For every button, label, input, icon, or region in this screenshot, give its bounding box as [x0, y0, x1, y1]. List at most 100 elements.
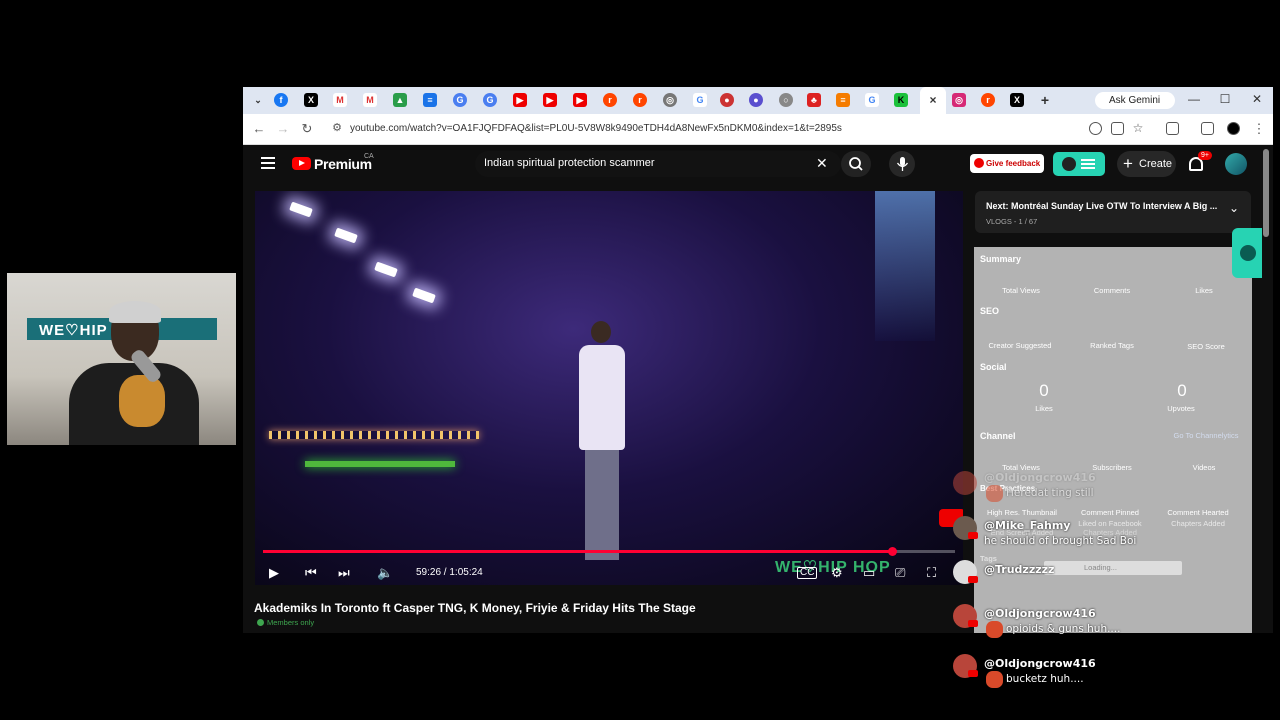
- tab-translate-icon[interactable]: G: [483, 93, 497, 107]
- chat-text: Heredat ting still: [984, 485, 1096, 502]
- back-icon[interactable]: ←: [251, 121, 267, 136]
- tab-gmail-icon[interactable]: M: [333, 93, 347, 107]
- social-likes-label: Likes: [1035, 404, 1053, 413]
- close-window-icon[interactable]: ✕: [1248, 92, 1266, 106]
- bookmark-star-icon[interactable]: ☆: [1130, 121, 1146, 135]
- more-menu-icon[interactable]: ⋮: [1251, 121, 1267, 137]
- seo-ranked-tags: Ranked Tags: [1090, 341, 1134, 350]
- minimize-icon[interactable]: —: [1185, 92, 1203, 106]
- emoji-icon: [986, 621, 1003, 638]
- tab-reddit-icon[interactable]: r: [603, 93, 617, 107]
- tab-x-icon[interactable]: X: [1010, 93, 1024, 107]
- tab-instagram-icon[interactable]: ◎: [952, 93, 966, 107]
- new-tab-icon[interactable]: +: [1038, 93, 1052, 107]
- tab-drive-icon[interactable]: ▲: [393, 93, 407, 107]
- video-player[interactable]: WE♡HIP HOP ▶ ⏮ ⏭ 🔈 59:26 / 1:05:24 CC ⚙ …: [255, 191, 963, 585]
- fullscreen-icon[interactable]: ⛶: [927, 565, 936, 581]
- tab-maple-icon[interactable]: ♣: [807, 93, 821, 107]
- playlist-next-card[interactable]: Next: Montréal Sunday Live OTW To Interv…: [975, 191, 1251, 233]
- search-button[interactable]: [841, 151, 871, 177]
- tab-app-icon[interactable]: ≡: [836, 93, 850, 107]
- summary-likes: Likes: [1195, 286, 1213, 295]
- chat-text: opioids & guns huh....: [984, 621, 1120, 638]
- tab-globe-icon[interactable]: ◎: [663, 93, 677, 107]
- vidiq-summary-heading: Summary: [980, 254, 1022, 264]
- vidiq-floating-button[interactable]: [1232, 228, 1262, 278]
- tab-youtube-icon[interactable]: ▶: [573, 93, 587, 107]
- site-info-icon[interactable]: ⚙: [329, 121, 345, 134]
- tab-youtube-icon[interactable]: ▶: [513, 93, 527, 107]
- theater-mode-icon[interactable]: ▭: [863, 565, 875, 581]
- scrubber-handle[interactable]: [888, 547, 898, 556]
- create-button[interactable]: Create: [1117, 151, 1176, 177]
- performer-head: [591, 321, 611, 343]
- emoji-icon: [986, 485, 1003, 502]
- ask-gemini-button[interactable]: Ask Gemini: [1095, 92, 1175, 109]
- extensions-icon[interactable]: [1166, 122, 1179, 135]
- captions-icon[interactable]: CC: [797, 567, 818, 579]
- settings-gear-icon[interactable]: ⚙: [831, 565, 843, 581]
- search-input[interactable]: Indian spiritual protection scammer: [484, 157, 655, 169]
- members-only-badge: Members only: [257, 618, 314, 627]
- play-icon[interactable]: ▶: [269, 565, 279, 581]
- chat-avatar: [953, 471, 977, 495]
- account-avatar[interactable]: [1225, 153, 1247, 175]
- stage-light: [334, 227, 358, 244]
- vidiq-icon: [1062, 157, 1095, 171]
- tab-app-icon[interactable]: ○: [779, 93, 793, 107]
- chat-text: bucketz huh....: [984, 671, 1096, 688]
- tab-google-icon[interactable]: G: [865, 93, 879, 107]
- youtube-header: Premium CA Indian spiritual protection s…: [243, 145, 1273, 185]
- reload-icon[interactable]: ↻: [299, 121, 315, 137]
- url-field[interactable]: youtube.com/watch?v=OA1FJQFDFAQ&list=PL0…: [350, 123, 842, 134]
- media-icon[interactable]: [1201, 122, 1214, 135]
- search-box[interactable]: Indian spiritual protection scammer: [475, 151, 841, 177]
- maximize-icon[interactable]: ☐: [1216, 92, 1234, 106]
- cast-icon[interactable]: ⎚: [895, 565, 905, 581]
- stage-light: [374, 261, 398, 278]
- social-upvotes-value: 0: [1177, 381, 1187, 400]
- hamburger-menu-icon[interactable]: [261, 157, 275, 169]
- tab-docs-icon[interactable]: ≡: [423, 93, 437, 107]
- bp-chapters-added: Chapters Added: [1171, 519, 1225, 528]
- tab-kick-icon[interactable]: K: [894, 93, 908, 107]
- chat-text-content: Heredat ting still: [1006, 487, 1094, 499]
- tab-youtube-icon[interactable]: ▶: [543, 93, 557, 107]
- playlist-next-title[interactable]: Next: Montréal Sunday Live OTW To Interv…: [986, 201, 1217, 211]
- tab-search-icon[interactable]: ⌄: [251, 93, 265, 107]
- performer: [575, 321, 630, 571]
- clear-search-icon[interactable]: ✕: [816, 155, 828, 172]
- voice-search-button[interactable]: [889, 151, 915, 177]
- progress-fill: [263, 550, 893, 553]
- give-feedback-button[interactable]: Give feedback: [970, 154, 1044, 173]
- cast-icon[interactable]: [1111, 122, 1124, 135]
- page-scrollbar[interactable]: [1263, 149, 1269, 237]
- chevron-down-icon[interactable]: ⌄: [1229, 201, 1239, 215]
- volume-icon[interactable]: 🔈: [377, 565, 393, 581]
- tab-gmail-icon[interactable]: M: [363, 93, 377, 107]
- chat-username: @Oldjongcrow416: [984, 471, 1096, 484]
- bp-comment-hearted: Comment Hearted: [1167, 508, 1229, 517]
- tab-google-icon[interactable]: G: [693, 93, 707, 107]
- tab-record-icon[interactable]: ●: [720, 93, 734, 107]
- youtube-small-icon: [968, 620, 978, 627]
- go-to-channelytics-link[interactable]: Go To Channelytics: [1164, 431, 1248, 440]
- tab-app-icon[interactable]: ●: [749, 93, 763, 107]
- profile-icon[interactable]: [1227, 122, 1240, 135]
- youtube-small-icon: [968, 532, 978, 539]
- tab-translate-icon[interactable]: G: [453, 93, 467, 107]
- vidiq-toggle-button[interactable]: [1053, 152, 1105, 176]
- progress-bar[interactable]: [263, 547, 955, 556]
- lens-icon[interactable]: [1089, 122, 1102, 135]
- tab-facebook-icon[interactable]: f: [274, 93, 288, 107]
- next-icon[interactable]: ⏭: [338, 565, 350, 581]
- youtube-logo-icon[interactable]: [292, 157, 311, 170]
- notification-badge: 9+: [1198, 151, 1212, 160]
- forward-icon[interactable]: →: [275, 121, 291, 136]
- previous-icon[interactable]: ⏮: [305, 565, 317, 581]
- channel-videos: Videos: [1192, 463, 1216, 472]
- tab-x-icon[interactable]: X: [304, 93, 318, 107]
- tab-active-close[interactable]: ×: [920, 87, 946, 114]
- tab-reddit-icon[interactable]: r: [981, 93, 995, 107]
- tab-reddit-icon[interactable]: r: [633, 93, 647, 107]
